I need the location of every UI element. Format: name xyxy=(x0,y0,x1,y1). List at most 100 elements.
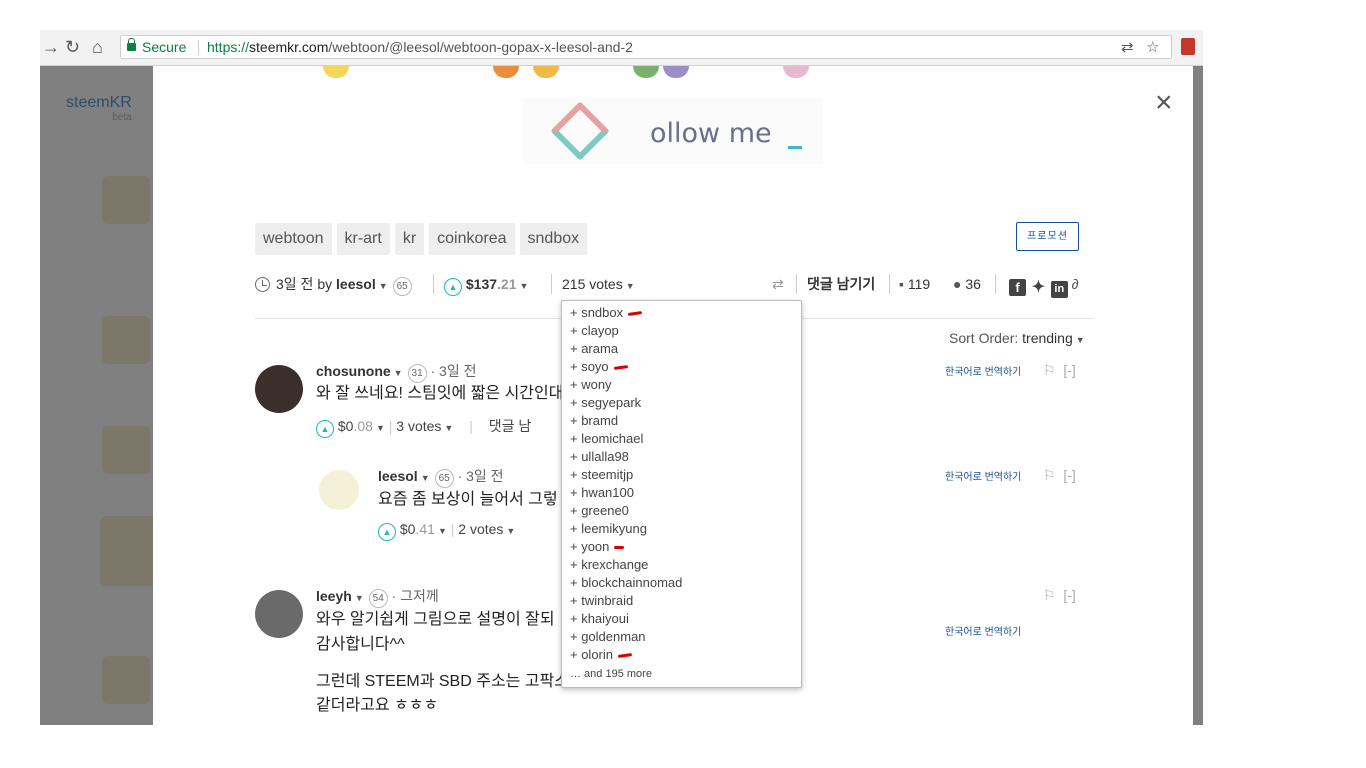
caret-down-icon[interactable]: ▼ xyxy=(394,368,403,378)
eye-icon: ● xyxy=(953,276,962,292)
caret-down-icon: ▼ xyxy=(625,281,635,291)
home-icon[interactable]: ⌂ xyxy=(92,37,103,57)
upvote-icon[interactable]: ▲ xyxy=(444,278,462,296)
comment-header: chosunone ▼ 31 · 3일 전 xyxy=(316,361,476,383)
highlight-mark xyxy=(617,653,633,658)
tag[interactable]: webtoon xyxy=(255,223,332,255)
voters-dropdown: + sndbox + clayop + arama + soyo + wony + seg… xyxy=(561,300,802,688)
post-modal: × ollow me webtoon kr-art kr coinkorea sndbo… xyxy=(153,66,1193,725)
comment-body-line: 와우 알기쉽게 그림으로 설명이 잘되 xyxy=(316,611,555,628)
voter-item[interactable]: + bramd xyxy=(570,412,801,430)
comment-controls: ⚐ [-] xyxy=(1043,587,1076,603)
comment-body-line: 그런데 STEEM과 SBD 주소는 고팍스 xyxy=(316,673,569,690)
highlight-mark xyxy=(614,546,625,549)
voter-item[interactable]: + khaiyoui xyxy=(570,610,801,628)
url-separator xyxy=(198,40,199,55)
caret-down-icon[interactable]: ▼ xyxy=(355,593,364,603)
view-count: ● 36 xyxy=(953,276,981,292)
caret-down-icon[interactable]: ▼ xyxy=(520,281,529,291)
extension-icon[interactable] xyxy=(1181,38,1195,55)
avatar[interactable] xyxy=(255,365,303,413)
translate-link[interactable]: 한국어로 번역하기 xyxy=(945,623,1021,638)
voter-list: + sndbox + clayop + arama + soyo + wony + seg… xyxy=(570,304,801,664)
clock-icon xyxy=(255,277,270,292)
highlight-mark xyxy=(613,365,628,370)
translate-link[interactable]: 한국어로 번역하기 xyxy=(945,468,1021,483)
post-payout: ▲ $137.21 ▼ xyxy=(444,272,528,298)
voter-item[interactable]: + soyo xyxy=(570,358,801,376)
sort-order[interactable]: Sort Order: trending ▼ xyxy=(949,330,1085,346)
flag-icon[interactable]: ⚐ xyxy=(1043,587,1056,603)
voter-item[interactable]: + olorin xyxy=(570,646,801,664)
upvote-icon[interactable]: ▲ xyxy=(316,420,334,438)
share-buttons: f ✦ in ∂ xyxy=(1009,272,1079,298)
comment-body: 와 잘 쓰네요! 스팀잇에 짧은 시간인대 xyxy=(316,385,564,402)
reblog-icon[interactable]: ⇄ xyxy=(772,272,784,296)
voter-item[interactable]: + leomichael xyxy=(570,430,801,448)
flag-icon[interactable]: ⚐ xyxy=(1043,362,1056,378)
linkedin-icon[interactable]: in xyxy=(1050,281,1068,298)
caret-down-icon: ▼ xyxy=(1075,335,1085,345)
voter-item[interactable]: + blockchainnomad xyxy=(570,574,801,592)
flag-icon[interactable]: ⚐ xyxy=(1043,467,1056,483)
voter-item[interactable]: + goldenman xyxy=(570,628,801,646)
post-image-bottom xyxy=(323,66,843,82)
voter-item[interactable]: + ullalla98 xyxy=(570,448,801,466)
secure-indicator[interactable]: Secure xyxy=(127,36,186,58)
comment-footer: ▲ $0.41 ▼ | 2 votes ▼ xyxy=(378,521,515,541)
upvote-icon[interactable]: ▲ xyxy=(378,523,396,541)
translate-icon[interactable]: ⇄ xyxy=(1121,37,1134,59)
comment-controls: ⚐ [-] xyxy=(1043,467,1076,483)
follow-me-banner: ollow me xyxy=(523,98,823,164)
translate-link[interactable]: 한국어로 번역하기 xyxy=(945,363,1021,378)
voter-item[interactable]: + sndbox xyxy=(570,304,801,322)
facebook-icon[interactable]: f xyxy=(1009,279,1026,296)
voter-item[interactable]: + twinbraid xyxy=(570,592,801,610)
voter-item[interactable]: + krexchange xyxy=(570,556,801,574)
voter-item[interactable]: + greene0 xyxy=(570,502,801,520)
promote-button[interactable]: 프로모션 xyxy=(1016,222,1079,251)
link-icon[interactable]: ∂ xyxy=(1072,276,1079,292)
post-author[interactable]: leesol xyxy=(336,276,376,292)
reputation-badge: 65 xyxy=(392,277,412,296)
post-info-row: 3일 전 by leesol ▼ 65 ▲ $137.21 ▼ 215 votes ▼ … xyxy=(255,272,1095,298)
browser-window: → ↻ ⌂ Secure https://steemkr.com/webtoon… xyxy=(40,30,1203,725)
twitter-icon[interactable]: ✦ xyxy=(1030,279,1047,296)
comment-header: leesol ▼ 65 · 3일 전 xyxy=(378,466,504,488)
caret-down-icon[interactable]: ▼ xyxy=(379,281,388,291)
comment-count[interactable]: ▪ 119 xyxy=(899,272,930,296)
comment-icon: ▪ xyxy=(899,276,904,292)
votes-toggle[interactable]: 215 votes ▼ xyxy=(562,272,635,298)
follow-text: ollow me xyxy=(650,118,772,149)
browser-toolbar: → ↻ ⌂ Secure https://steemkr.com/webtoon… xyxy=(40,30,1203,66)
url-text[interactable]: https://steemkr.com/webtoon/@leesol/webt… xyxy=(207,36,633,58)
tag[interactable]: kr-art xyxy=(336,223,390,255)
tag-list: webtoon kr-art kr coinkorea sndbox xyxy=(255,223,592,255)
cursor-mark xyxy=(788,146,802,149)
address-bar[interactable]: Secure https://steemkr.com/webtoon/@lees… xyxy=(120,35,1172,59)
voter-item[interactable]: + leemikyung xyxy=(570,520,801,538)
reload-icon[interactable]: ↻ xyxy=(65,37,80,57)
voters-more: … and 195 more xyxy=(570,668,652,680)
tag[interactable]: sndbox xyxy=(519,223,588,255)
caret-down-icon[interactable]: ▼ xyxy=(421,473,430,483)
diamond-logo-icon xyxy=(550,101,610,161)
reply-link[interactable]: 댓글 남기기 xyxy=(807,272,875,296)
bookmark-star-icon[interactable]: ☆ xyxy=(1146,37,1159,59)
voter-item[interactable]: + segyepark xyxy=(570,394,801,412)
avatar[interactable] xyxy=(319,470,359,510)
voter-item[interactable]: + wony xyxy=(570,376,801,394)
comment-controls: ⚐ [-] xyxy=(1043,362,1076,378)
forward-icon[interactable]: → xyxy=(42,37,60,57)
highlight-mark xyxy=(627,311,643,316)
close-icon[interactable]: × xyxy=(1155,88,1173,118)
voter-item[interactable]: + hwan100 xyxy=(570,484,801,502)
tag[interactable]: kr xyxy=(394,223,425,255)
tag[interactable]: coinkorea xyxy=(429,223,515,255)
avatar[interactable] xyxy=(255,590,303,638)
voter-item[interactable]: + steemitjp xyxy=(570,466,801,484)
voter-item[interactable]: + yoon xyxy=(570,538,801,556)
voter-item[interactable]: + arama xyxy=(570,340,801,358)
voter-item[interactable]: + clayop xyxy=(570,322,801,340)
post-time: 3일 전 by leesol ▼ 65 xyxy=(255,272,412,298)
